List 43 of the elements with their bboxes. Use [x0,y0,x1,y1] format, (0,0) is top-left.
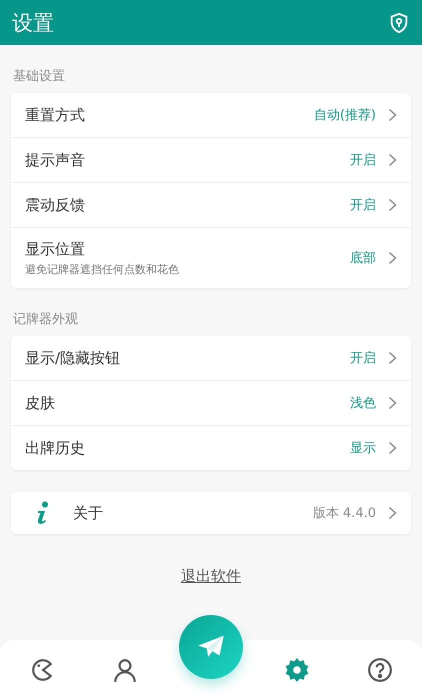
page-title: 设置 [12,10,54,36]
row-label: 显示/隐藏按钮 [25,348,122,368]
chevron-icon [388,396,397,410]
row-label: 关于 [73,504,104,522]
exit-link[interactable]: 退出软件 [181,567,241,585]
row-label: 皮肤 [25,394,56,412]
settings-row[interactable]: 提示声音 开启 [11,138,411,183]
row-value: 自动(推荐) [314,107,376,124]
chevron-icon [388,198,397,212]
version-text: 版本 4.4.0 [312,505,376,522]
row-hint: 避免记牌器遮挡任何点数和花色 [25,262,180,276]
row-label: 提示声音 [25,150,86,170]
settings-row[interactable]: 皮肤 浅色 [11,381,411,426]
row-label: 出牌历史 [25,438,86,458]
row-label: 显示位置 [25,240,86,258]
section-label: 基础设置 [12,68,66,86]
help-icon[interactable] [367,656,394,682]
chevron-icon [388,153,397,167]
chevron-icon [388,506,397,520]
row-value: 开启 [350,350,376,367]
settings-row[interactable]: 出牌历史 显示 [11,426,411,470]
settings-row[interactable]: 显示位置 避免记牌器遮挡任何点数和花色 底部 [11,228,411,288]
row-value: 显示 [350,440,376,457]
row-label: 重置方式 [25,106,86,124]
send-button[interactable] [178,614,243,678]
person-icon[interactable] [112,656,138,682]
chevron-icon [388,251,397,265]
row-value: 开启 [350,197,376,214]
about-row[interactable]: 关于 版本 4.4.0 [11,492,411,534]
row-label: 震动反馈 [25,196,86,214]
settings-row[interactable]: 震动反馈 开启 [11,183,411,228]
info-icon [35,501,51,525]
row-value: 开启 [350,152,376,169]
chevron-icon [388,108,397,122]
shield-key-icon[interactable] [388,12,410,34]
chevron-icon [388,351,397,365]
row-value: 浅色 [350,395,376,412]
settings-row[interactable]: 显示/隐藏按钮 开启 [11,336,411,381]
chevron-icon [388,441,397,455]
settings-row[interactable]: 重置方式 自动(推荐) [11,93,411,138]
row-value: 底部 [350,250,376,267]
section-label: 记牌器外观 [12,311,79,329]
gear-icon[interactable] [284,656,310,682]
